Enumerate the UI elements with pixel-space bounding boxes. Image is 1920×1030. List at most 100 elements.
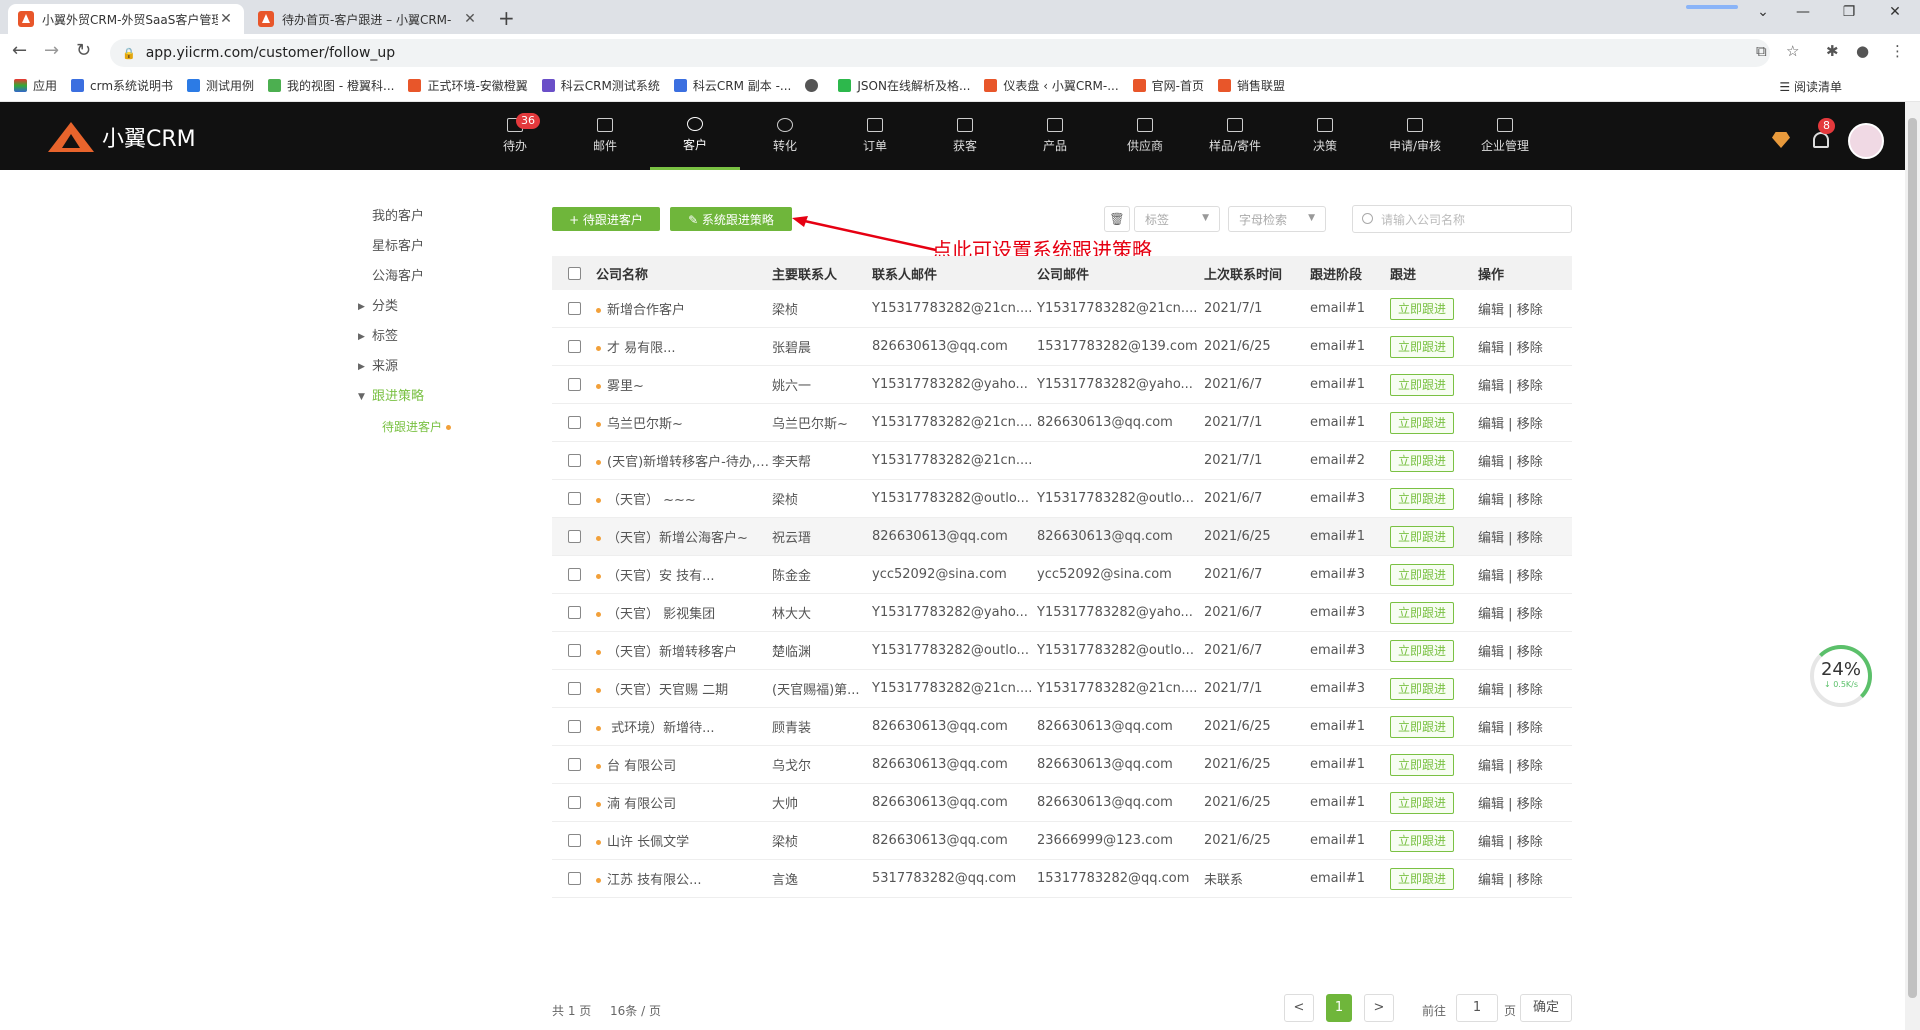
bookmark-item[interactable] <box>805 79 824 92</box>
bell-icon[interactable] <box>1813 132 1829 148</box>
row-checkbox[interactable] <box>552 871 592 886</box>
translate-icon[interactable]: ⧉ <box>1756 42 1767 60</box>
table-row[interactable]: 台 有限公司 乌戈尔 826630613@qq.com 826630613@qq.co… <box>552 746 1572 784</box>
company-search-input[interactable]: 请输入公司名称 <box>1352 205 1572 233</box>
bookmark-item[interactable]: 科云CRM测试系统 <box>541 77 660 94</box>
follow-now-button[interactable]: 立即跟进 <box>1390 449 1455 472</box>
follow-now-button[interactable]: 立即跟进 <box>1390 373 1455 396</box>
confirm-button[interactable]: 确定 <box>1520 994 1572 1022</box>
edit-link[interactable]: 编辑 <box>1478 835 1504 850</box>
row-checkbox[interactable] <box>552 643 592 658</box>
profile-icon[interactable]: ● <box>1856 42 1869 60</box>
company-name[interactable]: （天官）天官赐 二期 <box>592 679 772 698</box>
remove-link[interactable]: 移除 <box>1517 835 1543 850</box>
remove-link[interactable]: 移除 <box>1517 873 1543 888</box>
letter-select[interactable]: 字母检索 ▼ <box>1228 206 1326 232</box>
select-all-checkbox[interactable] <box>552 266 592 281</box>
back-icon[interactable]: ← <box>12 40 27 61</box>
edit-link[interactable]: 编辑 <box>1478 683 1504 698</box>
company-name[interactable]: 乌兰巴尔斯~ <box>592 413 772 432</box>
remove-link[interactable]: 移除 <box>1517 493 1543 508</box>
table-row[interactable]: （天官）新增公海客户~ 祝云瑨 826630613@qq.com 826630613@… <box>552 518 1572 556</box>
row-checkbox[interactable] <box>552 681 592 696</box>
edit-link[interactable]: 编辑 <box>1478 873 1504 888</box>
row-checkbox[interactable] <box>552 301 592 316</box>
remove-link[interactable]: 移除 <box>1517 455 1543 470</box>
table-row[interactable]: 才 易有限... 张碧晨 826630613@qq.com 15317783282@1… <box>552 328 1572 366</box>
table-row[interactable]: （天官）安 技有... 陈金金 ycc52092@sina.com ycc52092@… <box>552 556 1572 594</box>
remove-link[interactable]: 移除 <box>1517 531 1543 546</box>
company-name[interactable]: （天官） 影视集团 <box>592 603 772 622</box>
close-icon[interactable]: ✕ <box>218 11 234 27</box>
edit-link[interactable]: 编辑 <box>1478 417 1504 432</box>
company-name[interactable]: （天官）新增转移客户 <box>592 641 772 660</box>
sidebar-item-category[interactable]: ▶ 分类 <box>350 292 510 322</box>
follow-now-button[interactable]: 立即跟进 <box>1390 829 1455 852</box>
new-tab-icon[interactable]: + <box>498 6 515 30</box>
bookmark-item[interactable]: 测试用例 <box>187 77 254 94</box>
table-row[interactable]: 式环境）新增待... 顾青装 826630613@qq.com 826630613@q… <box>552 708 1572 746</box>
trash-icon[interactable]: 🗑 <box>1104 206 1130 232</box>
extensions-icon[interactable]: ✱ <box>1826 42 1839 60</box>
next-page-button[interactable]: > <box>1364 994 1394 1022</box>
edit-link[interactable]: 编辑 <box>1478 607 1504 622</box>
logo[interactable]: 小翼CRM <box>48 120 196 154</box>
company-name[interactable]: （天官）新增公海客户~ <box>592 527 772 546</box>
table-row[interactable]: （天官）天官赐 二期 (天官赐福)第... Y15317783282@21cn...… <box>552 670 1572 708</box>
nav-todo[interactable]: 待办 36 <box>470 102 560 170</box>
follow-now-button[interactable]: 立即跟进 <box>1390 677 1455 700</box>
prev-page-button[interactable]: < <box>1284 994 1314 1022</box>
row-checkbox[interactable] <box>552 453 592 468</box>
minimize-icon[interactable]: — <box>1780 4 1826 20</box>
company-name[interactable]: （天官） ~~~ <box>592 489 772 508</box>
edit-link[interactable]: 编辑 <box>1478 797 1504 812</box>
table-row[interactable]: 乌兰巴尔斯~ 乌兰巴尔斯~ Y15317783282@21cn.... 8266306… <box>552 404 1572 442</box>
nav-product[interactable]: 产品 <box>1010 102 1100 170</box>
sidebar-item-my-customers[interactable]: 我的客户 <box>350 202 510 232</box>
row-checkbox[interactable] <box>552 529 592 544</box>
close-icon[interactable]: ✕ <box>462 11 478 27</box>
follow-now-button[interactable]: 立即跟进 <box>1390 867 1455 890</box>
follow-now-button[interactable]: 立即跟进 <box>1390 639 1455 662</box>
nav-decision[interactable]: 决策 <box>1280 102 1370 170</box>
edit-link[interactable]: 编辑 <box>1478 531 1504 546</box>
window-close-icon[interactable]: ✕ <box>1872 4 1918 20</box>
star-icon[interactable]: ☆ <box>1786 42 1799 60</box>
table-row[interactable]: （天官）新增转移客户 楚临渊 Y15317783282@outlo... Y15317… <box>552 632 1572 670</box>
remove-link[interactable]: 移除 <box>1517 569 1543 584</box>
edit-link[interactable]: 编辑 <box>1478 341 1504 356</box>
bookmark-item[interactable]: 销售联盟 <box>1218 77 1285 94</box>
system-strategy-button[interactable]: ✎ 系统跟进策略 <box>670 207 792 231</box>
restore-icon[interactable]: ❐ <box>1826 4 1872 20</box>
remove-link[interactable]: 移除 <box>1517 645 1543 660</box>
page-size[interactable]: 16条 / 页 <box>610 1002 661 1019</box>
company-name[interactable]: (天官)新增转移客户-待办, ... <box>592 451 772 470</box>
nav-enterprise[interactable]: 企业管理 <box>1460 102 1550 170</box>
bookmark-item[interactable]: 官网-首页 <box>1132 77 1204 94</box>
table-row[interactable]: 江苏 技有限公... 言逸 5317783282@qq.com 15317783282… <box>552 860 1572 898</box>
row-checkbox[interactable] <box>552 377 592 392</box>
sidebar-item-source[interactable]: ▶ 来源 <box>350 352 510 382</box>
nav-order[interactable]: 订单 <box>830 102 920 170</box>
row-checkbox[interactable] <box>552 567 592 582</box>
company-name[interactable]: 台 有限公司 <box>592 755 772 774</box>
sidebar-item-follow-strategy[interactable]: ▼ 跟进策略 <box>350 382 510 412</box>
current-page[interactable]: 1 <box>1326 994 1352 1022</box>
tag-select[interactable]: 标签 ▼ <box>1134 206 1220 232</box>
company-name[interactable]: 江苏 技有限公... <box>592 869 772 888</box>
nav-approval[interactable]: 申请/审核 <box>1370 102 1460 170</box>
bookmark-item[interactable]: 仪表盘 ‹ 小翼CRM-... <box>984 77 1119 94</box>
address-bar[interactable]: 🔒 app.yiicrm.com/customer/follow_up <box>110 39 1770 67</box>
table-row[interactable]: （天官） 影视集团 林大大 Y15317783282@yaho... Y1531778… <box>552 594 1572 632</box>
remove-link[interactable]: 移除 <box>1517 721 1543 736</box>
row-checkbox[interactable] <box>552 833 592 848</box>
company-name[interactable]: 新增合作客户 <box>592 299 772 318</box>
scrollbar-thumb[interactable] <box>1908 118 1917 998</box>
row-checkbox[interactable] <box>552 491 592 506</box>
row-checkbox[interactable] <box>552 795 592 810</box>
follow-now-button[interactable]: 立即跟进 <box>1390 487 1455 510</box>
remove-link[interactable]: 移除 <box>1517 379 1543 394</box>
follow-now-button[interactable]: 立即跟进 <box>1390 715 1455 738</box>
edit-link[interactable]: 编辑 <box>1478 455 1504 470</box>
nav-mail[interactable]: 邮件 <box>560 102 650 170</box>
